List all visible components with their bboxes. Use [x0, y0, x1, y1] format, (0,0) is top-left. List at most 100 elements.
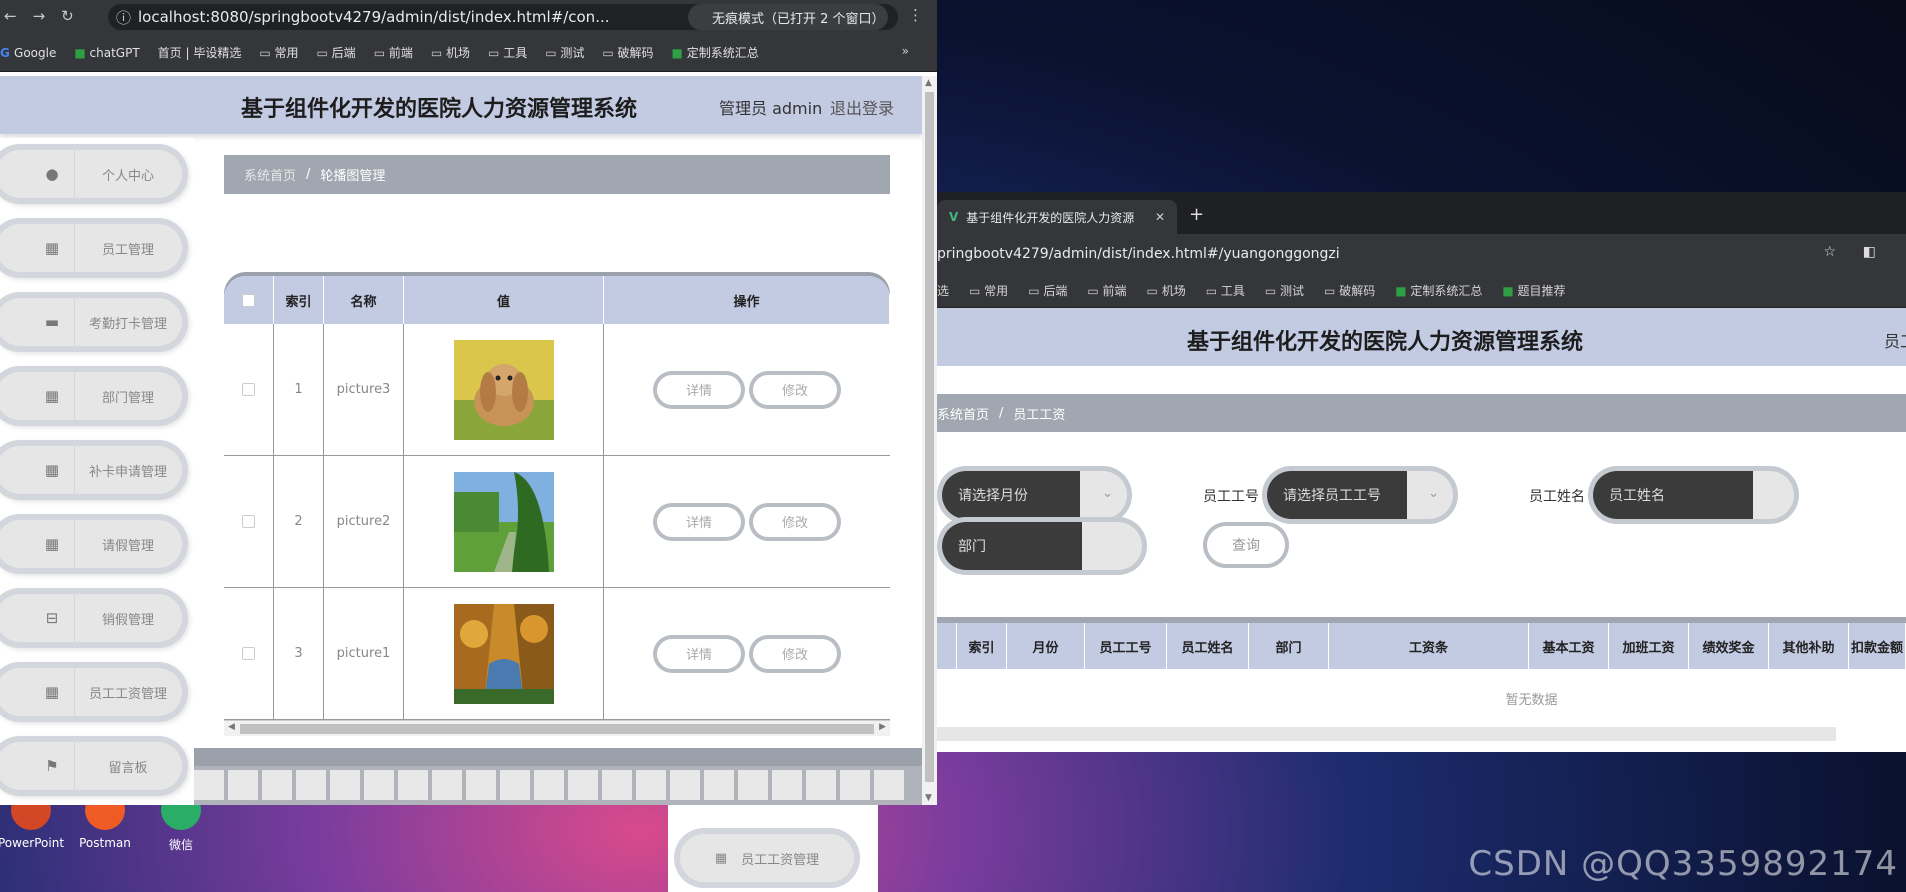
- address-bar[interactable]: pringbootv4279/admin/dist/index.html#/yu…: [937, 234, 1906, 274]
- bookmark-item[interactable]: 首页 | 毕设精选: [158, 44, 242, 61]
- bookmark-item[interactable]: chatGPT: [74, 46, 140, 60]
- index-cell: 1: [274, 324, 324, 455]
- sidebar-item-salary[interactable]: ▦ 员工工资管理: [0, 662, 188, 722]
- horizontal-scrollbar[interactable]: [937, 727, 1836, 741]
- row-checkbox[interactable]: [242, 647, 255, 660]
- scrollbar-thumb[interactable]: [240, 724, 874, 734]
- tab-bar: V 基于组件化开发的医院人力资源 ✕ +: [937, 192, 1906, 234]
- close-icon[interactable]: ✕: [1155, 210, 1165, 224]
- column-header-checkbox[interactable]: [224, 276, 274, 324]
- nav-buttons[interactable]: ←→↻: [4, 7, 90, 25]
- logout-link[interactable]: 退出登录: [830, 95, 894, 119]
- bookmark-folder[interactable]: 机场: [431, 44, 470, 61]
- bookmark-folder[interactable]: 后端: [1028, 282, 1067, 299]
- bookmark-folder[interactable]: 常用: [969, 282, 1008, 299]
- name-input-placeholder: 员工姓名: [1593, 471, 1753, 519]
- page-cell[interactable]: [738, 770, 768, 800]
- scroll-up-icon[interactable]: ▲: [925, 78, 932, 88]
- scroll-left-icon[interactable]: ◀: [228, 722, 235, 732]
- horizontal-scrollbar[interactable]: ◀ ▶: [224, 720, 890, 736]
- detail-button[interactable]: 详情: [657, 506, 741, 537]
- bookmark-folder[interactable]: 破解码: [602, 44, 654, 61]
- sidebar-item-message-board[interactable]: ⚑ 留言板: [0, 736, 188, 796]
- row-checkbox[interactable]: [242, 383, 255, 396]
- bookmark-item[interactable]: 题目推荐: [1502, 282, 1566, 299]
- sidepanel-icon[interactable]: ◧: [1863, 244, 1876, 260]
- dept-input[interactable]: 部门: [942, 522, 1142, 570]
- bookmark-folder[interactable]: 工具: [488, 44, 527, 61]
- sidebar-item-cancel-leave[interactable]: ⊟ 销假管理: [0, 588, 188, 648]
- breadcrumb-current: 员工工资: [1013, 407, 1066, 423]
- incognito-badge[interactable]: 无痕模式（已打开 2 个窗口）: [688, 4, 888, 30]
- bookmark-item[interactable]: 定制系统汇总: [1395, 282, 1482, 299]
- page-cell[interactable]: [262, 770, 292, 800]
- breadcrumb-separator: /: [306, 167, 311, 182]
- empno-select[interactable]: 请选择员工工号 ⌄: [1267, 471, 1453, 519]
- scroll-right-icon[interactable]: ▶: [879, 722, 886, 732]
- page-cell[interactable]: [228, 770, 258, 800]
- column-header: 索引: [274, 276, 324, 324]
- menu-icon[interactable]: ⋮: [908, 6, 923, 24]
- bookmark-item[interactable]: Google: [0, 46, 56, 60]
- bookmark-folder[interactable]: 前端: [374, 44, 413, 61]
- select-all-checkbox[interactable]: [242, 293, 255, 307]
- row-checkbox[interactable]: [242, 515, 255, 528]
- url-text[interactable]: localhost:8080/springbootv4279/admin/dis…: [138, 8, 610, 26]
- edit-button[interactable]: 修改: [753, 638, 837, 669]
- bookmark-folder[interactable]: 测试: [1265, 282, 1304, 299]
- page-cell[interactable]: [874, 770, 904, 800]
- page-cell[interactable]: [432, 770, 462, 800]
- page-cell[interactable]: [636, 770, 666, 800]
- bookmark-folder[interactable]: 机场: [1147, 282, 1186, 299]
- new-tab-icon[interactable]: +: [1189, 204, 1204, 225]
- name-input[interactable]: 员工姓名: [1593, 471, 1794, 519]
- page-cell[interactable]: [398, 770, 428, 800]
- bookmark-folder[interactable]: 测试: [545, 44, 584, 61]
- page-cell[interactable]: [568, 770, 598, 800]
- sidebar-item-leave[interactable]: ▦ 请假管理: [0, 514, 188, 574]
- sidebar-item-makeup-card[interactable]: ▦ 补卡申请管理: [0, 440, 188, 500]
- vertical-scrollbar[interactable]: ▲ ▼: [922, 76, 937, 805]
- sidebar-item-personal-center[interactable]: ● 个人中心: [0, 144, 188, 204]
- watermark: CSDN @QQ3359892174: [1468, 844, 1898, 884]
- bookmark-folder[interactable]: 后端: [317, 44, 356, 61]
- url-text[interactable]: pringbootv4279/admin/dist/index.html#/yu…: [937, 246, 1340, 262]
- browser-tab[interactable]: V 基于组件化开发的医院人力资源 ✕: [937, 200, 1177, 234]
- page-cell[interactable]: [534, 770, 564, 800]
- page-cell[interactable]: [364, 770, 394, 800]
- page-cell[interactable]: [330, 770, 360, 800]
- page-cell[interactable]: [704, 770, 734, 800]
- page-cell[interactable]: [466, 770, 496, 800]
- page-cell[interactable]: [500, 770, 530, 800]
- sidebar-item-employee[interactable]: ▦ 员工管理: [0, 218, 188, 278]
- page-cell[interactable]: [840, 770, 870, 800]
- page-cell[interactable]: [670, 770, 700, 800]
- breadcrumb-home[interactable]: 系统首页: [244, 165, 296, 184]
- detail-button[interactable]: 详情: [657, 638, 741, 669]
- page-cell[interactable]: [602, 770, 632, 800]
- detail-button[interactable]: 详情: [657, 374, 741, 405]
- breadcrumb-home[interactable]: 系统首页: [937, 404, 989, 423]
- page-cell[interactable]: [806, 770, 836, 800]
- query-button[interactable]: 查询: [1207, 526, 1285, 564]
- more-bookmarks-icon[interactable]: »: [902, 44, 909, 58]
- bookmark-folder[interactable]: 工具: [1206, 282, 1245, 299]
- page-cell[interactable]: [194, 770, 224, 800]
- sidebar-item-attendance[interactable]: ▬ 考勤打卡管理: [0, 292, 188, 352]
- bookmark-folder[interactable]: 常用: [259, 44, 299, 61]
- edit-button[interactable]: 修改: [753, 506, 837, 537]
- sidebar-item-department[interactable]: ▦ 部门管理: [0, 366, 188, 426]
- scroll-down-icon[interactable]: ▼: [925, 793, 932, 803]
- bookmark-item[interactable]: 选: [937, 282, 949, 299]
- salary-table: 索引 月份 员工工号 员工姓名 部门 工资条 基本工资 加班工资 绩效奖金 其他…: [937, 617, 1906, 741]
- scrollbar-thumb[interactable]: [925, 92, 934, 782]
- breadcrumb-separator: /: [999, 405, 1004, 421]
- edit-button[interactable]: 修改: [753, 374, 837, 405]
- page-cell[interactable]: [772, 770, 802, 800]
- page-cell[interactable]: [296, 770, 326, 800]
- star-icon[interactable]: ☆: [1823, 244, 1836, 260]
- month-select[interactable]: 请选择月份 ⌄: [942, 471, 1127, 519]
- bookmark-folder[interactable]: 前端: [1087, 282, 1127, 299]
- bookmark-folder[interactable]: 破解码: [1324, 282, 1375, 299]
- bookmark-item[interactable]: 定制系统汇总: [672, 44, 759, 61]
